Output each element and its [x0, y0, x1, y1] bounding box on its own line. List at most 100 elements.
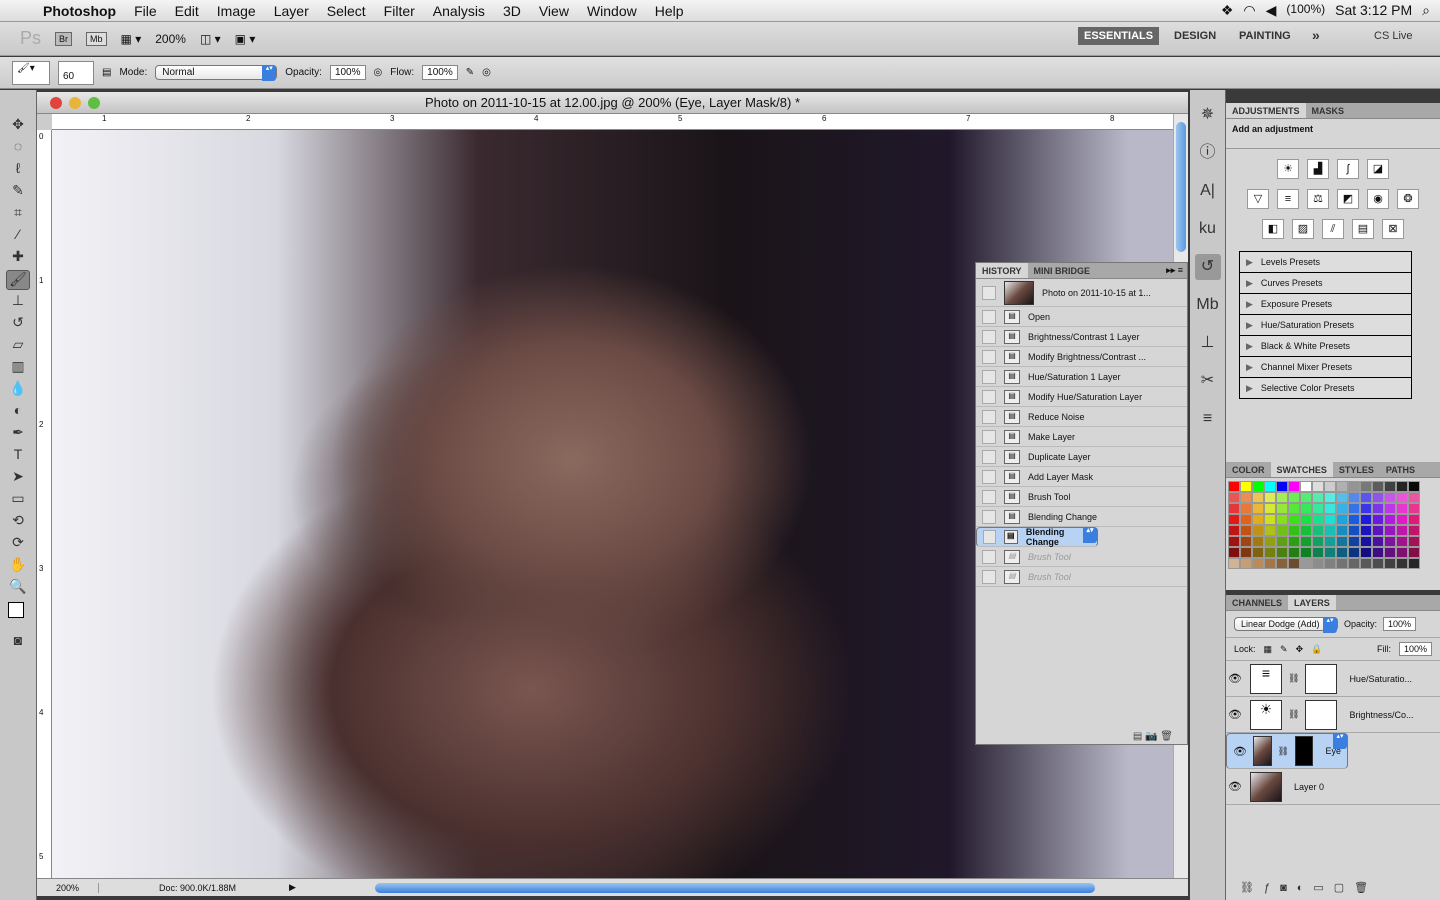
swatch[interactable]	[1240, 558, 1252, 569]
layer-mask-thumbnail[interactable]	[1305, 699, 1338, 730]
layer-row[interactable]: 👁 ⛓ Eye	[1226, 733, 1348, 769]
disclosure-triangle-icon[interactable]: ▶	[1246, 383, 1253, 394]
history-brush-source-icon[interactable]	[982, 509, 996, 524]
panel-menu-icon[interactable]: ▸▸ ≡	[1162, 263, 1187, 278]
tool-presets-icon[interactable]: ✂	[1195, 368, 1221, 394]
mode-select[interactable]: Normal	[155, 65, 278, 81]
tab-swatches[interactable]: SWATCHES	[1270, 462, 1333, 477]
preset-item[interactable]: ▶ Black & White Presets	[1239, 336, 1412, 357]
history-item[interactable]: ▤ Brightness/Contrast 1 Layer	[976, 327, 1187, 347]
swatch[interactable]	[1336, 525, 1348, 536]
swatch[interactable]	[1228, 481, 1240, 492]
swatch[interactable]	[1408, 558, 1420, 569]
swatch[interactable]	[1360, 514, 1372, 525]
swatch[interactable]	[1372, 547, 1384, 558]
swatch[interactable]	[1240, 492, 1252, 503]
swatch[interactable]	[1324, 503, 1336, 514]
brush-size-picker[interactable]: 60	[58, 60, 94, 85]
swatch[interactable]	[1252, 547, 1264, 558]
swatch[interactable]	[1312, 558, 1324, 569]
horizontal-scrollbar[interactable]	[375, 883, 1095, 893]
move-tool-icon[interactable]: ✥	[6, 116, 30, 136]
swatch[interactable]	[1300, 514, 1312, 525]
swatch[interactable]	[1348, 503, 1360, 514]
swatch[interactable]	[1360, 525, 1372, 536]
zoom-button[interactable]	[88, 97, 100, 109]
brightness-contrast-icon[interactable]: ☀	[1277, 159, 1299, 179]
tab-mini-bridge[interactable]: MINI BRIDGE	[1028, 263, 1097, 278]
invert-icon[interactable]: ◧	[1262, 219, 1284, 239]
lock-pixels-icon[interactable]: ✎	[1280, 644, 1288, 655]
swatch[interactable]	[1264, 536, 1276, 547]
visibility-eye-icon[interactable]: 👁	[1226, 708, 1244, 721]
history-item[interactable]: ▤ Modify Hue/Saturation Layer	[976, 387, 1187, 407]
levels-icon[interactable]: ▟	[1307, 159, 1329, 179]
swatch[interactable]	[1324, 481, 1336, 492]
exposure-icon[interactable]: ◪	[1367, 159, 1389, 179]
menu-layer[interactable]: Layer	[265, 3, 318, 19]
swatch[interactable]	[1312, 492, 1324, 503]
swatch[interactable]	[1372, 481, 1384, 492]
swatch[interactable]	[1372, 514, 1384, 525]
history-brush-source-icon[interactable]	[982, 449, 996, 464]
dropbox-icon[interactable]: ❖	[1221, 2, 1234, 19]
history-brush-source-icon[interactable]	[982, 489, 996, 504]
swatch[interactable]	[1360, 536, 1372, 547]
history-item[interactable]: ▤ Blending Change	[976, 527, 1098, 547]
threshold-icon[interactable]: ⫽	[1322, 219, 1344, 239]
layer-row[interactable]: 👁 ☀ ⛓ Brightness/Co...	[1226, 697, 1440, 733]
swatch[interactable]	[1228, 492, 1240, 503]
screen-mode-menu[interactable]: ▣ ▾	[235, 32, 256, 46]
swatch[interactable]	[1240, 536, 1252, 547]
workspace-design[interactable]: DESIGN	[1174, 30, 1216, 42]
visibility-eye-icon[interactable]: 👁	[1226, 672, 1244, 685]
opacity-field[interactable]: 100%	[329, 65, 366, 80]
shape-tool-icon[interactable]: ▭	[6, 490, 30, 510]
swatch[interactable]	[1372, 492, 1384, 503]
swatch[interactable]	[1408, 503, 1420, 514]
swatch[interactable]	[1288, 525, 1300, 536]
status-menu-arrow[interactable]: ▶	[289, 882, 296, 893]
history-brush-source-icon[interactable]	[982, 389, 996, 404]
swatch[interactable]	[1264, 514, 1276, 525]
swatch[interactable]	[1264, 503, 1276, 514]
swatch[interactable]	[1288, 558, 1300, 569]
color-swatches-icon[interactable]	[6, 600, 32, 630]
swatch[interactable]	[1408, 514, 1420, 525]
swatch[interactable]	[1336, 558, 1348, 569]
swatch[interactable]	[1252, 503, 1264, 514]
history-brush-source-icon[interactable]	[983, 530, 996, 544]
swatch[interactable]	[1300, 481, 1312, 492]
visibility-eye-icon[interactable]: 👁	[1226, 780, 1244, 793]
tab-styles[interactable]: STYLES	[1333, 462, 1380, 477]
swatch[interactable]	[1312, 525, 1324, 536]
swatch[interactable]	[1312, 481, 1324, 492]
swatch[interactable]	[1228, 536, 1240, 547]
swatch[interactable]	[1348, 514, 1360, 525]
fill-field[interactable]: 100%	[1398, 642, 1432, 656]
tab-masks[interactable]: MASKS	[1306, 103, 1351, 118]
swatch[interactable]	[1360, 492, 1372, 503]
swatch[interactable]	[1276, 492, 1288, 503]
swatch[interactable]	[1384, 492, 1396, 503]
swatch[interactable]	[1228, 547, 1240, 558]
character-icon[interactable]: A|	[1195, 178, 1221, 204]
link-icon[interactable]: ⛓	[1278, 746, 1289, 757]
swatch[interactable]	[1348, 481, 1360, 492]
menu-edit[interactable]: Edit	[166, 3, 208, 19]
menu-select[interactable]: Select	[318, 3, 375, 19]
swatch-grid[interactable]	[1228, 481, 1438, 569]
swatch[interactable]	[1396, 525, 1408, 536]
history-brush-source-icon[interactable]	[982, 409, 996, 424]
preset-item[interactable]: ▶ Selective Color Presets	[1239, 378, 1412, 399]
brush-panel-icon[interactable]: ▤	[102, 67, 111, 78]
swatch[interactable]	[1396, 547, 1408, 558]
swatch[interactable]	[1336, 492, 1348, 503]
swatch[interactable]	[1240, 481, 1252, 492]
swatch[interactable]	[1336, 503, 1348, 514]
history-brush-source-icon[interactable]	[982, 569, 996, 584]
extras-menu[interactable]: ▦ ▾	[121, 32, 142, 46]
swatch[interactable]	[1396, 536, 1408, 547]
swatch[interactable]	[1360, 558, 1372, 569]
history-brush-source-icon[interactable]	[982, 429, 996, 444]
